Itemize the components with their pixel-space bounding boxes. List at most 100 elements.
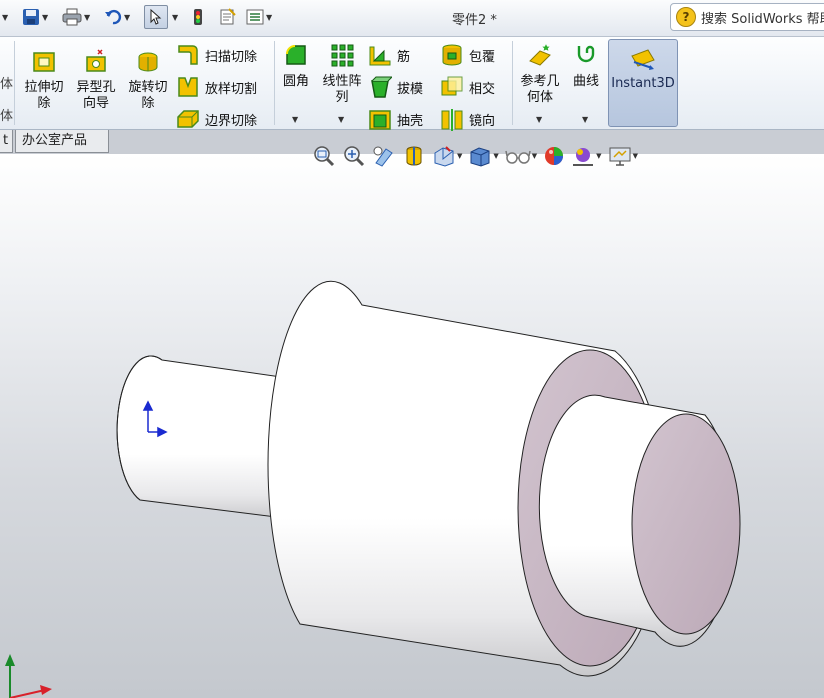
rebuild-button[interactable]: [192, 7, 204, 27]
linear-pattern-button[interactable]: 线性阵 列: [318, 43, 366, 106]
view-settings-button[interactable]: ▼: [608, 145, 638, 167]
shell-icon: [369, 110, 391, 130]
shell-button[interactable]: 抽壳: [368, 107, 423, 131]
file-properties-button[interactable]: [218, 7, 236, 27]
intersect-icon: [441, 76, 463, 96]
hole-wizard-button[interactable]: 异型孔 向导: [72, 49, 120, 112]
wrap-icon: [442, 44, 462, 66]
mirror-icon: [441, 109, 463, 131]
loft-cut-icon: [178, 77, 198, 97]
part-model[interactable]: [0, 154, 824, 698]
revolve-cut-label-2: 除: [141, 96, 155, 111]
reference-geometry-icon: [529, 44, 551, 66]
help-icon: ?: [676, 7, 696, 27]
ribbon-separator: [14, 41, 15, 125]
loft-cut-button[interactable]: 放样切割: [176, 75, 257, 99]
draft-label: 拔模: [397, 81, 424, 97]
edit-appearance-button[interactable]: [543, 145, 565, 167]
apply-scene-button[interactable]: ▼: [571, 145, 602, 167]
mirror-button[interactable]: 镜向: [440, 107, 495, 131]
window-title: 零件2 *: [452, 13, 497, 28]
boundary-cut-button[interactable]: 边界切除: [176, 107, 257, 131]
previous-view-button[interactable]: [372, 145, 396, 167]
ribbon-partial-label-1: 体: [0, 77, 14, 92]
curves-button[interactable]: 曲线: [568, 43, 604, 90]
wrap-button[interactable]: 包覆: [440, 43, 495, 67]
select-tool[interactable]: ▼: [144, 5, 178, 29]
linear-pattern-icon: [331, 44, 354, 67]
zoom-to-fit-icon: [314, 146, 335, 167]
hole-wizard-label-2: 向导: [82, 96, 109, 111]
undo-icon: [105, 9, 122, 25]
tab-office-products[interactable]: 办公室产品: [15, 130, 109, 153]
rib-button[interactable]: 筋: [368, 43, 410, 67]
extrude-cut-button[interactable]: 拉伸切 除: [20, 49, 68, 112]
sweep-cut-button[interactable]: 扫描切除: [176, 43, 257, 67]
boundary-cut-label: 边界切除: [205, 113, 258, 129]
print-button[interactable]: ▼: [62, 7, 90, 27]
sweep-cut-label: 扫描切除: [205, 49, 258, 65]
ribbon-partial-label-2: 体: [0, 109, 14, 124]
fillet-button[interactable]: 圆角: [278, 43, 314, 90]
options-button[interactable]: ▼: [246, 7, 272, 27]
traffic-light-icon: [194, 9, 202, 25]
fillet-icon: [286, 45, 306, 65]
undo-button[interactable]: ▼: [104, 7, 130, 27]
boundary-cut-icon: [177, 110, 199, 128]
extrude-cut-label-1: 拉伸切: [24, 80, 64, 95]
intersect-button[interactable]: 相交: [440, 75, 495, 99]
display-style-icon: [470, 147, 490, 167]
reference-geometry-label-1: 参考几: [520, 74, 560, 89]
view-orientation-icon: [434, 146, 454, 167]
save-icon: [23, 9, 39, 25]
fillet-label: 圆角: [282, 74, 309, 89]
axis-triad: [5, 654, 52, 698]
revolve-cut-button[interactable]: 旋转切 除: [124, 49, 172, 112]
color-ball-icon: [545, 147, 564, 165]
reference-geometry-label-2: 何体: [526, 90, 553, 105]
arrow-pointer-icon: [150, 9, 162, 25]
reference-geometry-button[interactable]: 参考几 何体: [516, 43, 564, 106]
section-view-button[interactable]: [402, 145, 426, 167]
right-shaft-end-face[interactable]: [631, 413, 741, 635]
zoom-to-fit-button[interactable]: [312, 145, 336, 167]
save-button[interactable]: ▼: [22, 7, 48, 27]
zoom-to-area-icon: [344, 146, 365, 167]
options-icon: [246, 9, 264, 25]
fillet-dropdown[interactable]: ▼: [292, 115, 298, 124]
reference-geometry-dropdown[interactable]: ▼: [536, 115, 542, 124]
instant3d-button[interactable]: Instant3D: [608, 39, 678, 127]
rib-label: 筋: [397, 49, 411, 65]
previous-view-icon: [373, 146, 393, 167]
ribbon-separator: [274, 41, 275, 125]
revolve-cut-label-1: 旋转切: [128, 80, 168, 95]
monitor-icon: [609, 147, 631, 166]
tab-partial[interactable]: t: [0, 130, 14, 153]
search-help-label: 搜索 SolidWorks 帮助: [701, 11, 824, 27]
extrude-cut-label-2: 除: [37, 96, 51, 111]
zoom-to-area-button[interactable]: [342, 145, 366, 167]
linear-pattern-dropdown[interactable]: ▼: [338, 115, 344, 124]
hide-show-items-button[interactable]: ▼: [505, 145, 537, 167]
search-help-input[interactable]: ? 搜索 SolidWorks 帮助: [670, 3, 824, 31]
shell-label: 抽壳: [397, 113, 424, 129]
curves-label: 曲线: [572, 74, 599, 89]
draft-button[interactable]: 拔模: [368, 75, 423, 99]
hole-wizard-icon: [86, 49, 106, 72]
loft-cut-label: 放样切割: [205, 81, 258, 97]
curves-icon: [577, 45, 595, 63]
curves-dropdown[interactable]: ▼: [582, 115, 588, 124]
intersect-label: 相交: [469, 81, 496, 97]
view-orientation-button[interactable]: ▼: [432, 145, 462, 167]
graphics-area[interactable]: [0, 154, 824, 698]
linear-pattern-label-1: 线性阵: [322, 74, 362, 89]
section-view-icon: [406, 146, 422, 166]
title-bar: ▼ ▼ ▼ ▼ ▼ ▼ 零件2 * ? 搜索 SolidWorks 帮助: [0, 0, 824, 37]
quick-access-arrow[interactable]: ▼: [0, 7, 8, 27]
revolve-cut-icon: [138, 52, 158, 72]
mirror-label: 镜向: [469, 113, 496, 129]
linear-pattern-label-2: 列: [335, 90, 349, 105]
printer-icon: [62, 8, 82, 26]
display-style-button[interactable]: ▼: [468, 145, 499, 167]
file-properties-icon: [220, 8, 236, 25]
